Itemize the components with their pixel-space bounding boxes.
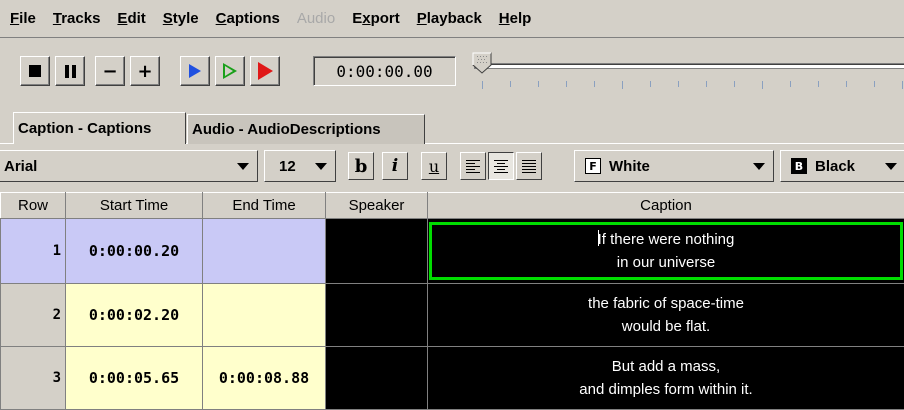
foreground-swatch-icon: F: [585, 158, 601, 174]
end-time-cell[interactable]: [202, 218, 326, 284]
timecode-display: 0:00:00.00: [313, 56, 456, 86]
end-time-cell[interactable]: [202, 283, 326, 347]
background-swatch-icon: B: [791, 158, 807, 174]
caption-line-1: But add a mass,: [611, 358, 721, 375]
caption-line-2: would be flat.: [621, 318, 711, 335]
menu-captions[interactable]: Captions: [208, 10, 289, 27]
align-left-button[interactable]: [460, 152, 486, 180]
plus-icon: +: [137, 60, 153, 82]
table-row[interactable]: 3 0:00:05.65 0:00:08.88 But add a mass, …: [0, 346, 904, 410]
stop-button[interactable]: [20, 56, 50, 86]
caption-line-1: If there were nothing: [597, 231, 735, 248]
menu-bar: File Tracks Edit Style Captions Audio Ex…: [0, 0, 904, 38]
play-segment-button[interactable]: [215, 56, 245, 86]
play-button[interactable]: [180, 56, 210, 86]
play-red-icon: [257, 62, 273, 80]
menu-export[interactable]: Export: [344, 10, 409, 27]
italic-icon: i: [391, 156, 399, 176]
header-start-time[interactable]: Start Time: [65, 192, 203, 219]
zoom-out-button[interactable]: −: [95, 56, 125, 86]
pause-icon: [64, 64, 76, 78]
caption-text: But add a mass, and dimples form within …: [428, 355, 904, 401]
menu-playback[interactable]: Playback: [409, 10, 491, 27]
caption-editor[interactable]: If there were nothing in our universe: [429, 222, 903, 280]
caption-line-2: and dimples form within it.: [579, 381, 753, 398]
foreground-color-select[interactable]: F White: [574, 150, 774, 182]
header-end-time[interactable]: End Time: [202, 192, 326, 219]
slider-thumb-icon[interactable]: [472, 52, 492, 74]
end-time-cell[interactable]: 0:00:08.88: [202, 346, 326, 410]
track-tabs: Caption - Captions Audio - AudioDescript…: [0, 106, 904, 144]
align-left-icon: [466, 159, 480, 173]
record-play-button[interactable]: [250, 56, 280, 86]
menu-edit[interactable]: Edit: [109, 10, 154, 27]
font-size-value: 12: [279, 157, 296, 175]
playback-toolbar: − + 0:00:00.00: [0, 39, 904, 105]
chevron-down-icon: [237, 163, 249, 170]
align-center-icon: [494, 159, 508, 173]
font-family-value: Arial: [4, 157, 38, 175]
font-size-select[interactable]: 12: [264, 150, 336, 182]
slider-track: [474, 63, 904, 69]
caption-line-1: the fabric of space-time: [588, 295, 744, 312]
background-color-select[interactable]: B Black: [780, 150, 904, 182]
font-family-select[interactable]: Arial: [0, 150, 258, 182]
caption-cell[interactable]: But add a mass, and dimples form within …: [427, 346, 904, 410]
align-center-button[interactable]: [488, 152, 514, 180]
caption-line-2: in our universe: [616, 254, 716, 271]
play-outline-icon: [223, 63, 237, 79]
pause-button[interactable]: [55, 56, 85, 86]
row-number: 1: [0, 218, 66, 284]
start-time-cell[interactable]: 0:00:00.20: [65, 218, 203, 284]
underline-icon: u: [428, 156, 440, 176]
caption-cell[interactable]: the fabric of space-time would be flat.: [427, 283, 904, 347]
speaker-cell[interactable]: [325, 218, 428, 284]
background-color-value: Black: [815, 157, 856, 175]
underline-button[interactable]: u: [421, 152, 447, 180]
chevron-down-icon: [315, 163, 327, 170]
tab-audio-descriptions[interactable]: Audio - AudioDescriptions: [187, 114, 425, 144]
table-row[interactable]: 2 0:00:02.20 the fabric of space-time wo…: [0, 283, 904, 347]
caption-table: Row Start Time End Time Speaker Caption …: [0, 192, 904, 410]
header-caption[interactable]: Caption: [427, 192, 904, 219]
menu-audio: Audio: [296, 10, 336, 27]
row-number: 3: [0, 346, 66, 410]
chevron-down-icon: [753, 163, 765, 170]
menu-file[interactable]: File: [2, 10, 45, 27]
row-number: 2: [0, 283, 66, 347]
menu-tracks[interactable]: Tracks: [45, 10, 110, 27]
menu-style[interactable]: Style: [155, 10, 208, 27]
zoom-in-button[interactable]: +: [130, 56, 160, 86]
header-speaker[interactable]: Speaker: [325, 192, 428, 219]
table-row[interactable]: 1 0:00:00.20 If there were nothing in ou…: [0, 218, 904, 284]
start-time-cell[interactable]: 0:00:05.65: [65, 346, 203, 410]
header-row[interactable]: Row: [0, 192, 66, 219]
timeline-slider[interactable]: [466, 47, 904, 97]
caption-cell[interactable]: If there were nothing in our universe: [427, 218, 904, 284]
align-justify-button[interactable]: [516, 152, 542, 180]
slider-ticks: [482, 81, 904, 89]
caption-text: the fabric of space-time would be flat.: [428, 292, 904, 338]
stop-icon: [29, 65, 41, 77]
format-toolbar: Arial 12 b i u F White B Black: [0, 144, 904, 188]
speaker-cell[interactable]: [325, 283, 428, 347]
play-icon: [189, 64, 201, 78]
chevron-down-icon: [885, 163, 897, 170]
italic-button[interactable]: i: [382, 152, 408, 180]
menu-help[interactable]: Help: [491, 10, 541, 27]
minus-icon: −: [102, 60, 118, 82]
start-time-cell[interactable]: 0:00:02.20: [65, 283, 203, 347]
speaker-cell[interactable]: [325, 346, 428, 410]
align-justify-icon: [522, 159, 536, 173]
bold-button[interactable]: b: [348, 152, 374, 180]
tab-caption-captions[interactable]: Caption - Captions: [13, 112, 186, 144]
bold-icon: b: [354, 155, 368, 177]
foreground-color-value: White: [609, 157, 650, 175]
